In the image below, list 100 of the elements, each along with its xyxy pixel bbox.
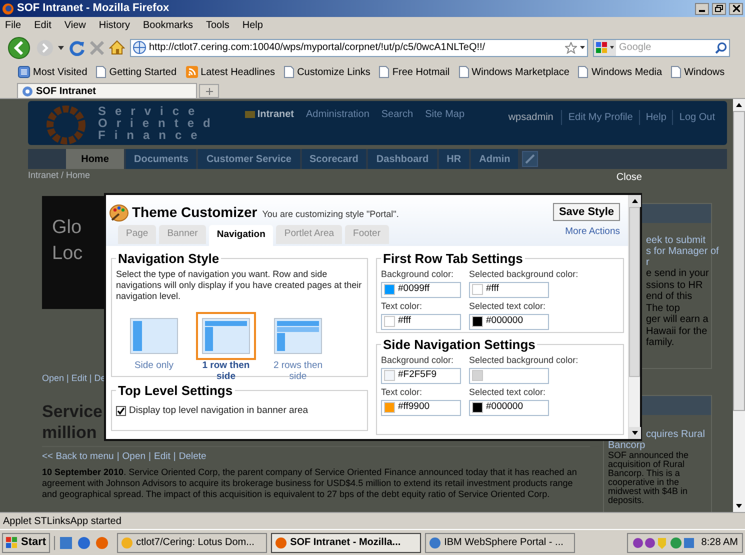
color-field[interactable]: #0099ff	[381, 282, 461, 298]
nav-tab[interactable]: Documents	[126, 149, 196, 169]
color-field[interactable]: #fff	[381, 314, 461, 330]
field-label: Text color:	[381, 386, 424, 398]
menu-item[interactable]: Tools	[206, 18, 230, 32]
page-icon	[578, 66, 588, 78]
dialog-tab[interactable]: Navigation	[208, 225, 274, 246]
caret-icon[interactable]	[58, 46, 64, 50]
palette-icon	[109, 203, 129, 222]
scroll-up-icon[interactable]	[629, 195, 641, 207]
back-icon[interactable]	[8, 36, 32, 58]
article-link[interactable]: Delete	[178, 451, 206, 462]
app-icon	[275, 536, 288, 548]
user-link[interactable]: Help	[640, 110, 674, 125]
taskbar-button[interactable]: SOF Intranet - Mozilla...	[271, 532, 422, 552]
browser-tab[interactable]: SOF Intranet	[17, 83, 197, 98]
browser-icon[interactable]	[77, 536, 92, 550]
address-field[interactable]: http://ctlot7.cering.com:10040/wps/myportal/corpnet/!ut/p/c5/0wcA1NLTeQ!!/	[130, 38, 588, 56]
home-icon[interactable]	[109, 40, 125, 55]
bookmark-link[interactable]: Free Hotmail	[379, 64, 450, 80]
firefox-icon[interactable]	[95, 536, 110, 550]
restore-button[interactable]	[712, 2, 726, 14]
more-actions-link[interactable]: More Actions	[565, 225, 620, 240]
bookmark-link[interactable]: Most Visited	[18, 64, 88, 80]
card-text: Bancorp. This is a	[608, 469, 680, 478]
user-link[interactable]: Edit My Profile	[562, 110, 640, 125]
card-title: r	[646, 257, 650, 268]
top-nav-link[interactable]: Search	[381, 107, 414, 122]
color-field[interactable]: #000000	[469, 314, 549, 330]
card-text: e send in your	[646, 268, 709, 280]
menu-item[interactable]: File	[5, 18, 22, 32]
top-nav-link[interactable]: Intranet	[245, 107, 294, 122]
search-engine-icon[interactable]	[594, 40, 616, 56]
user-name: wpsadmin	[508, 110, 562, 125]
nav-tab[interactable]: Customer Service	[198, 149, 300, 169]
caret-icon[interactable]	[580, 46, 585, 49]
color-field[interactable]: #ff9900	[381, 400, 461, 416]
nav-tab[interactable]: Home	[66, 149, 124, 169]
article-title: Service	[42, 401, 102, 422]
card-title: cquires Rural	[646, 429, 705, 440]
menu-item[interactable]: View	[64, 18, 86, 32]
page-scrollbar[interactable]	[733, 99, 745, 512]
start-button[interactable]: Start	[2, 532, 50, 552]
scroll-thumb[interactable]	[629, 207, 640, 377]
checkbox[interactable]	[116, 406, 126, 416]
field-label: Selected background color:	[469, 354, 580, 366]
bookmark-link[interactable]: Windows Media	[578, 64, 662, 80]
close-link[interactable]: Close	[616, 170, 642, 184]
minimize-button[interactable]	[695, 2, 709, 14]
article-link[interactable]: Open	[122, 451, 146, 462]
quick-launch-icon[interactable]	[59, 536, 74, 550]
new-tab-button[interactable]	[199, 84, 219, 98]
color-field[interactable]: #fff	[469, 282, 549, 298]
firefox-logo-icon	[2, 2, 14, 14]
bookmark-link[interactable]: Windows	[671, 64, 725, 80]
search-field[interactable]: Google	[593, 38, 730, 56]
bookmark-link[interactable]: Getting Started	[96, 64, 177, 80]
bookmark-link[interactable]: Windows Marketplace	[458, 64, 570, 80]
menu-item[interactable]: Edit	[34, 18, 52, 32]
bookmark-link[interactable]: Customize Links	[284, 64, 370, 80]
close-button[interactable]	[729, 2, 743, 14]
stop-icon[interactable]	[90, 40, 104, 54]
card-text: midwest with $4B in	[608, 487, 688, 496]
card-title: Bancorp	[608, 440, 646, 451]
search-input[interactable]: Google	[619, 40, 712, 55]
top-nav-link[interactable]: Site Map	[425, 107, 465, 122]
reload-icon[interactable]	[69, 40, 85, 56]
user-link[interactable]: Log Out	[673, 110, 721, 125]
card-text: Hawaii for the	[646, 326, 708, 337]
card-title: eek to submit	[646, 235, 706, 246]
color-field[interactable]: #F2F5F9	[381, 368, 461, 384]
feed-icon	[186, 66, 198, 78]
article-link[interactable]: Edit	[154, 451, 170, 462]
save-style-button[interactable]: Save Style	[552, 203, 620, 221]
taskbar-button[interactable]: ctlot7/Cering: Lotus Dom...	[117, 532, 268, 552]
globe-icon	[22, 86, 33, 96]
bookmark-link[interactable]: Latest Headlines	[186, 64, 276, 80]
dialog-scrollbar[interactable]	[628, 195, 640, 439]
nav-tab[interactable]: Dashboard	[368, 149, 437, 169]
logo-text: Oriented	[98, 117, 220, 129]
search-icon[interactable]	[715, 42, 727, 54]
top-nav-link[interactable]: Administration	[306, 107, 370, 122]
scroll-thumb[interactable]	[733, 111, 745, 411]
nav-tab[interactable]: Scorecard	[302, 149, 366, 169]
color-field[interactable]: #000000	[469, 400, 549, 416]
menu-item[interactable]: History	[98, 18, 130, 32]
banner-text: Glo	[52, 218, 83, 238]
taskbar-button[interactable]: IBM WebSphere Portal - ...	[425, 532, 576, 552]
color-field[interactable]	[469, 368, 549, 384]
nav-tab[interactable]: Admin	[471, 149, 518, 169]
edit-pages-button[interactable]	[522, 151, 538, 167]
scroll-down-icon[interactable]	[629, 427, 641, 439]
article-link[interactable]: << Back to menu	[42, 451, 114, 462]
field-label: Background color:	[381, 268, 455, 280]
layout-option[interactable]	[196, 312, 256, 360]
nav-tab[interactable]: HR	[438, 149, 470, 169]
star-icon[interactable]	[565, 42, 577, 54]
menu-item[interactable]: Bookmarks	[142, 18, 193, 32]
card-text: SOF announced the	[608, 451, 689, 460]
menu-item[interactable]: Help	[242, 18, 263, 32]
